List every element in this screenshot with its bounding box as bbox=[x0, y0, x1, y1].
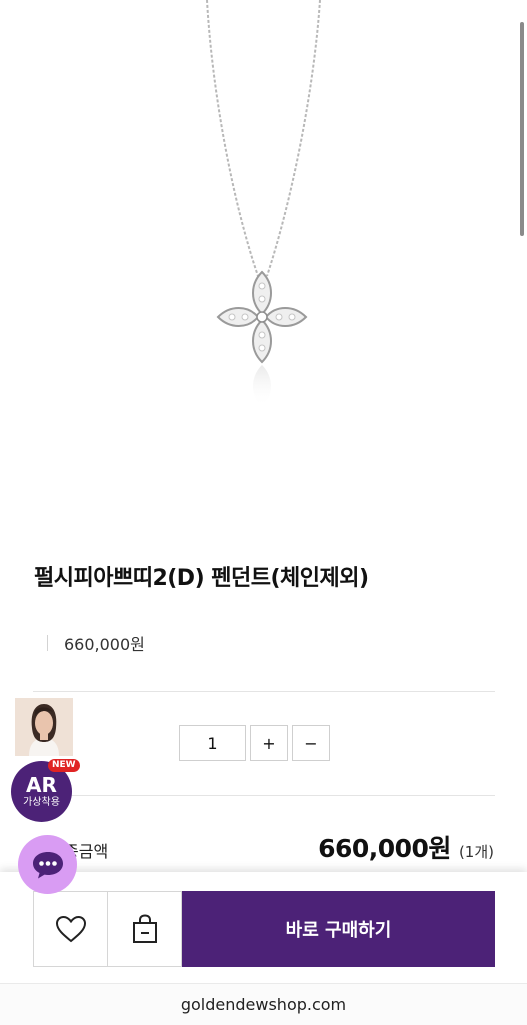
price-divider bbox=[47, 635, 48, 651]
total-count: (1개) bbox=[458, 843, 494, 861]
model-portrait-image bbox=[15, 698, 73, 756]
url-text: goldendewshop.com bbox=[180, 995, 347, 1014]
chat-button[interactable] bbox=[18, 835, 77, 894]
shopping-bag-icon bbox=[132, 914, 157, 943]
quantity-input[interactable]: 1 bbox=[179, 725, 246, 761]
divider-top bbox=[33, 691, 495, 692]
new-badge: NEW bbox=[48, 759, 80, 772]
chat-icon bbox=[32, 851, 63, 878]
scrollbar[interactable] bbox=[520, 22, 524, 236]
product-title: 펄시피아쁘띠2(D) 펜던트(체인제외) bbox=[34, 566, 369, 591]
product-image[interactable] bbox=[0, 0, 527, 500]
wishlist-button[interactable] bbox=[33, 891, 108, 967]
price-row: 660,000원 bbox=[47, 632, 145, 654]
cart-button[interactable] bbox=[107, 891, 182, 967]
pendant-illustration bbox=[206, 0, 321, 407]
buy-now-button[interactable]: 바로 구매하기 bbox=[182, 891, 495, 967]
ar-title: AR bbox=[26, 772, 57, 797]
ar-subtitle: 가상착용 bbox=[23, 796, 60, 808]
total-amount: 660,000원 (1개) bbox=[318, 829, 494, 865]
heart-icon bbox=[55, 915, 86, 943]
quantity-plus-button[interactable]: + bbox=[250, 725, 288, 761]
divider-bottom bbox=[33, 795, 495, 796]
quantity-minus-button[interactable]: − bbox=[292, 725, 330, 761]
product-price: 660,000원 bbox=[64, 635, 145, 654]
ar-model-thumbnail[interactable] bbox=[15, 698, 73, 756]
browser-url-bar[interactable]: goldendewshop.com bbox=[0, 983, 527, 1025]
total-price: 660,000원 bbox=[318, 834, 451, 863]
